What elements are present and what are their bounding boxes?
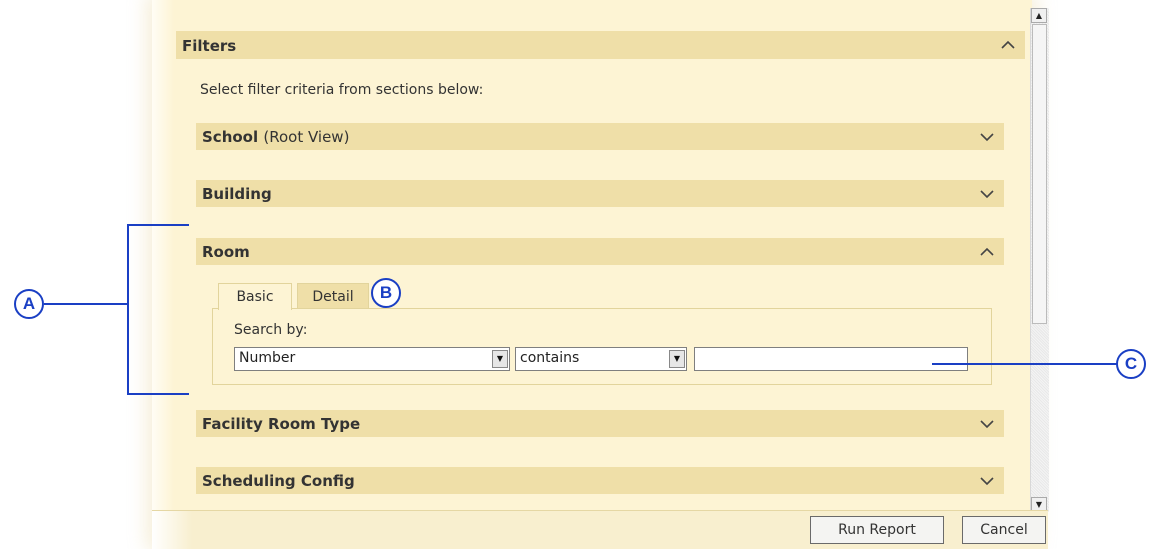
section-building-title: Building [202,185,272,203]
callout-a-bracket-bottom [127,393,189,395]
section-scheduling-config-title: Scheduling Config [202,472,355,490]
callout-c-connector [932,363,1118,365]
search-by-label: Search by: [234,322,308,338]
section-facility-room-type-title: Facility Room Type [202,415,361,433]
section-school-subtitle: (Root View) [263,128,350,146]
callout-a-bracket [127,224,129,395]
section-school-title: School [202,128,259,146]
chevron-down-icon[interactable] [978,128,996,146]
dropdown-arrow-icon[interactable]: ▼ [492,350,508,368]
search-field-select[interactable]: Number ▼ [234,347,510,371]
chevron-up-icon[interactable] [999,36,1017,54]
section-scheduling-config[interactable]: Scheduling Config [196,467,1004,494]
vertical-scrollbar[interactable]: ▲ ▼ [1030,8,1049,512]
callout-a-bracket-top [127,224,189,226]
filters-header[interactable]: Filters [176,31,1025,59]
search-field-select-value: Number [239,350,296,366]
section-building[interactable]: Building [196,180,1004,207]
callout-b: B [371,278,401,308]
chevron-up-icon[interactable] [978,243,996,261]
scrollbar-thumb[interactable] [1032,24,1047,324]
cancel-button[interactable]: Cancel [962,516,1046,544]
search-operator-select-value: contains [520,350,580,366]
search-value-input[interactable] [694,347,968,371]
chevron-down-icon[interactable] [978,415,996,433]
tab-detail[interactable]: Detail [297,283,369,309]
filters-title: Filters [182,37,237,55]
search-operator-select[interactable]: contains ▼ [515,347,687,371]
section-room-title: Room [202,243,250,261]
dropdown-arrow-icon[interactable]: ▼ [669,350,685,368]
callout-a-connector [44,303,128,305]
tab-basic[interactable]: Basic [218,283,292,310]
section-facility-room-type[interactable]: Facility Room Type [196,410,1004,437]
section-school[interactable]: School (Root View) [196,123,1004,150]
callout-c: C [1116,349,1146,379]
run-report-button[interactable]: Run Report [810,516,944,544]
section-room[interactable]: Room [196,238,1004,265]
callout-a: A [14,289,44,319]
chevron-down-icon[interactable] [978,185,996,203]
chevron-down-icon[interactable] [978,472,996,490]
filters-instructions: Select filter criteria from sections bel… [200,82,484,98]
scroll-up-icon[interactable]: ▲ [1031,8,1047,23]
